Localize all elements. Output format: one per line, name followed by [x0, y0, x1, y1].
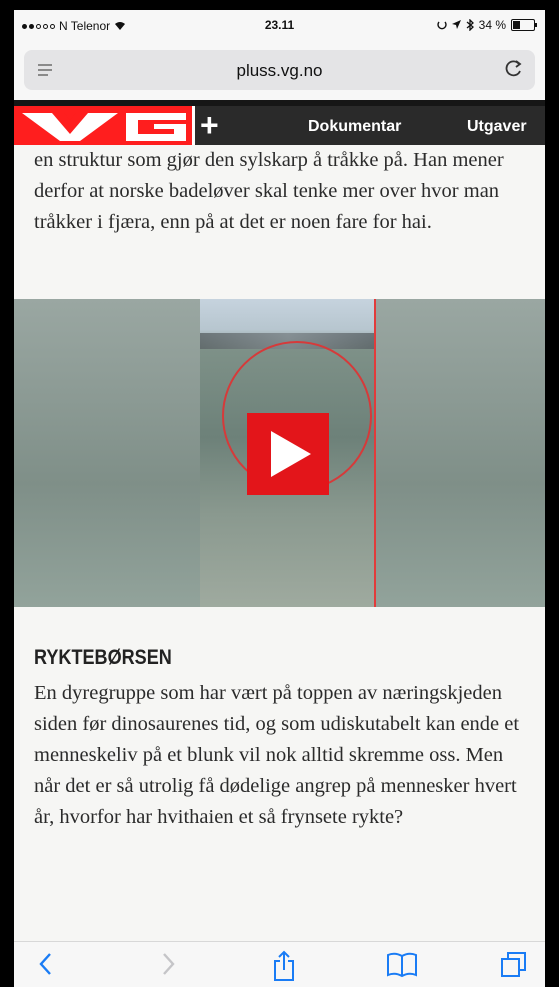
back-icon[interactable] — [38, 950, 54, 983]
phone-screen: N Telenor 23.11 34 % pluss.vg.no + Dokum… — [14, 10, 545, 987]
battery-icon — [511, 19, 537, 31]
article-paragraph: en struktur som gjør den sylskarp å tråk… — [34, 149, 504, 233]
video-blur-left — [14, 299, 200, 607]
video-edge-line — [374, 299, 376, 607]
orientation-lock-icon — [436, 21, 447, 30]
nav-utgaver[interactable]: Utgaver — [467, 118, 527, 136]
bookmarks-icon[interactable] — [386, 950, 418, 983]
article-paragraph: En dyregruppe som har vært på toppen av … — [34, 682, 520, 828]
section-heading: RYKTEBØRSEN — [34, 646, 172, 669]
video-player[interactable] — [14, 299, 545, 607]
site-header: + Dokumentar Utgaver — [14, 100, 545, 145]
status-right: 34 % — [436, 18, 537, 32]
bluetooth-icon — [466, 19, 474, 31]
tabs-icon[interactable] — [500, 950, 528, 983]
vg-logo[interactable] — [14, 106, 192, 145]
plus-mark: + — [200, 107, 219, 143]
video-blur-right — [376, 299, 545, 607]
nav-dokumentar[interactable]: Dokumentar — [308, 118, 401, 136]
browser-toolbar — [14, 941, 545, 987]
battery-percent: 34 % — [478, 18, 506, 32]
status-bar: N Telenor 23.11 34 % — [14, 10, 545, 42]
forward-icon[interactable] — [160, 950, 176, 983]
location-icon — [451, 20, 461, 29]
url-field[interactable]: pluss.vg.no — [24, 50, 535, 90]
play-button[interactable] — [247, 413, 329, 495]
reload-icon[interactable] — [505, 58, 523, 84]
url-text[interactable]: pluss.vg.no — [24, 61, 535, 81]
share-icon[interactable] — [272, 950, 296, 987]
address-bar: pluss.vg.no — [14, 42, 545, 100]
vg-plus-logo[interactable]: + — [192, 106, 228, 145]
play-icon — [271, 431, 311, 477]
